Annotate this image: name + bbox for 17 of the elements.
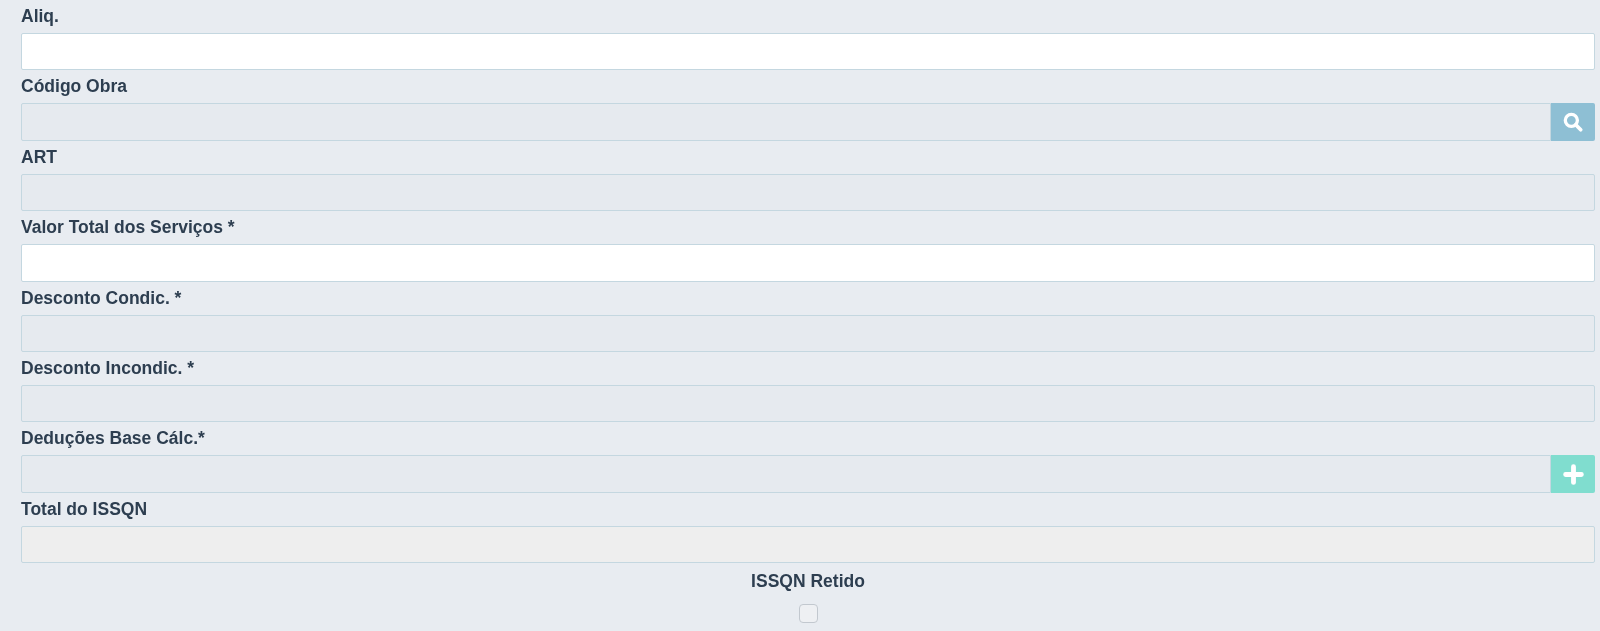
search-icon	[1562, 111, 1584, 134]
search-button[interactable]	[1551, 103, 1595, 141]
plus-icon	[1562, 463, 1584, 485]
field-label: Desconto Condic. *	[21, 287, 182, 308]
text-field[interactable]	[21, 525, 1595, 564]
field-label: Desconto Incondic. *	[21, 357, 195, 378]
field-label: Aliq.	[21, 6, 59, 26]
field-label: Valor Total dos Serviços *	[21, 217, 235, 238]
add-button[interactable]	[1551, 455, 1595, 493]
field-label: Total do ISSQN	[21, 498, 148, 519]
checkbox[interactable]	[798, 604, 818, 624]
field-label: Deduções Base Cálc.*	[21, 428, 205, 449]
field-label: Código Obra	[21, 76, 127, 97]
text-field[interactable]	[21, 244, 1595, 282]
checkbox-label: ISSQN Retido	[751, 571, 865, 592]
text-field[interactable]	[21, 33, 1595, 71]
field-label: ART	[21, 146, 57, 167]
